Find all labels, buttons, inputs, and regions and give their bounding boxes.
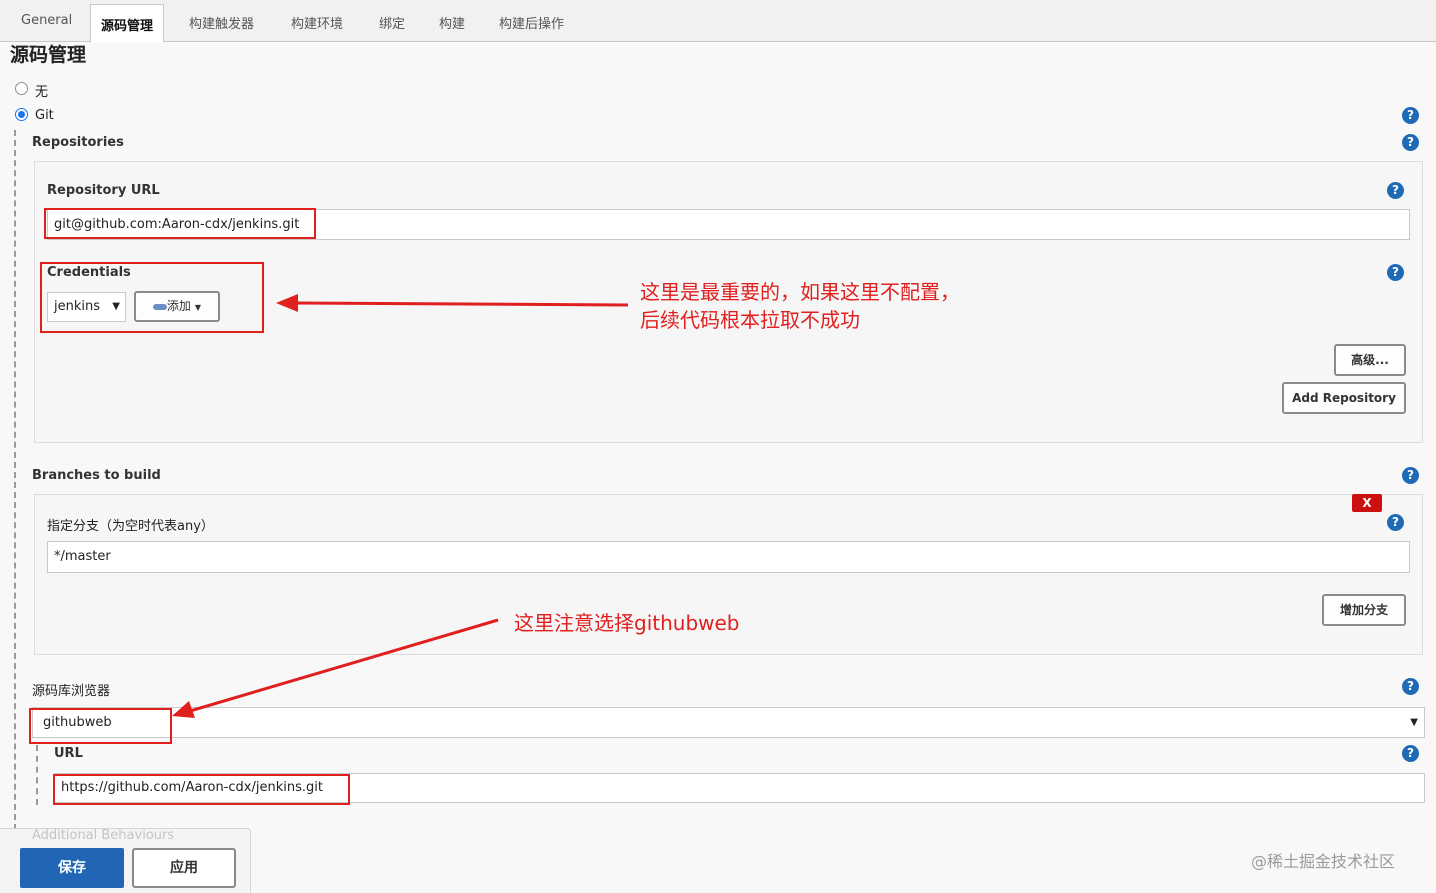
annotation-arrows (172, 294, 629, 718)
credentials-arrow (276, 294, 629, 312)
credentials-note-line2: 后续代码根本拉取不成功 (640, 308, 860, 332)
browser-arrow (172, 618, 499, 718)
browser-note: 这里注意选择githubweb (514, 611, 740, 635)
watermark: @稀土掘金技术社区 (1251, 852, 1396, 871)
credentials-note-line1: 这里是最重要的，如果这里不配置， (640, 280, 960, 304)
